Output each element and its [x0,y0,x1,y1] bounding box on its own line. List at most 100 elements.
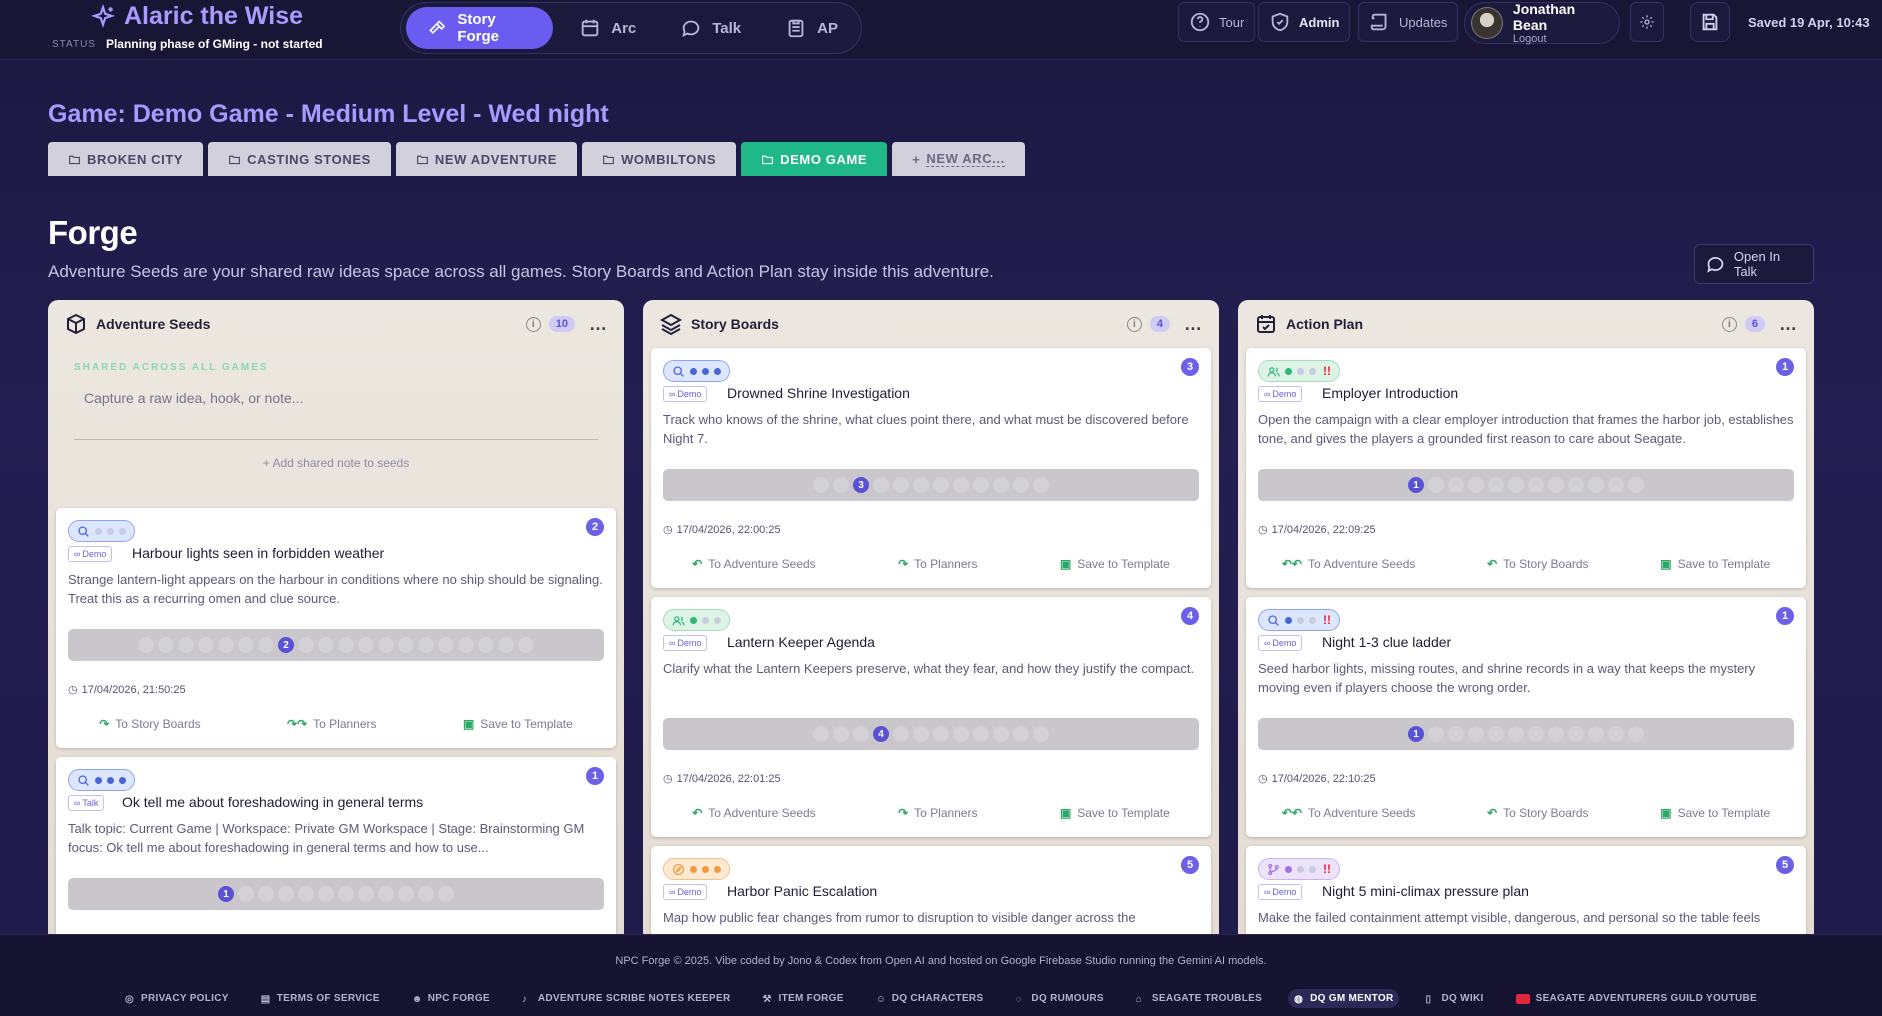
stage-dot[interactable] [438,637,454,653]
stage-track[interactable]: 1 [1258,469,1794,501]
stage-current[interactable]: 3 [853,477,869,493]
updates-button[interactable]: Updates [1358,2,1459,42]
stage-dot[interactable] [178,637,194,653]
plan-card[interactable]: !! 5 ∞ Demo Night 5 mini-climax pressure … [1246,846,1806,940]
open-in-talk-button[interactable]: Open In Talk [1694,244,1814,284]
stage-dot[interactable] [1468,726,1484,742]
stage-dot[interactable] [298,637,314,653]
status-pill[interactable] [68,520,135,542]
stage-dot[interactable] [398,886,414,902]
stage-dot[interactable] [1528,726,1544,742]
save-to-template-button[interactable]: ▣ Save to Template [463,717,573,731]
more-icon[interactable]: … [1779,314,1798,335]
save-to-template-button[interactable]: ▣ Save to Template [1660,557,1770,571]
stage-dot[interactable] [1588,477,1604,493]
stage-current[interactable]: 1 [1408,477,1424,493]
save-to-template-button[interactable]: ▣ Save to Template [1060,557,1170,571]
stage-dot[interactable] [218,637,234,653]
nav-story-forge[interactable]: Story Forge [406,7,554,49]
stage-dot[interactable] [893,726,909,742]
stage-dot[interactable] [398,637,414,653]
footer-link-gm-mentor[interactable]: ◍ DQ GM MENTOR [1288,989,1400,1008]
stage-dot[interactable] [138,637,154,653]
stage-dot[interactable] [378,886,394,902]
tab-broken-city[interactable]: BROKEN CITY [48,142,204,176]
stage-track[interactable]: 4 [663,718,1199,750]
footer-link-youtube[interactable]: SEAGATE ADVENTURERS GUILD YOUTUBE [1510,989,1763,1008]
stage-dot[interactable] [198,637,214,653]
stage-track[interactable]: 1 [1258,718,1794,750]
nav-arc[interactable]: Arc [561,7,654,49]
settings-button[interactable] [1630,2,1664,42]
tour-button[interactable]: Tour [1178,2,1256,42]
seed-card[interactable]: 2 ∞ Demo Harbour lights seen in forbidden… [56,508,616,748]
card-title[interactable]: Employer Introduction [1322,385,1458,401]
info-icon[interactable]: i [525,316,541,332]
stage-dot[interactable] [933,477,949,493]
stage-dot[interactable] [238,886,254,902]
save-to-template-button[interactable]: ▣ Save to Template [1060,806,1170,820]
footer-link-item-forge[interactable]: ⚒ ITEM FORGE [757,989,850,1008]
stage-dot[interactable] [1488,477,1504,493]
stage-dot[interactable] [973,726,989,742]
card-title[interactable]: Night 5 mini-climax pressure plan [1322,883,1529,899]
more-icon[interactable]: … [1184,314,1203,335]
logout-link[interactable]: Logout [1513,33,1613,45]
stage-dot[interactable] [478,637,494,653]
stage-dot[interactable] [1488,726,1504,742]
stage-current[interactable]: 2 [278,637,294,653]
board-card[interactable]: 4 ∞ Demo Lantern Keeper Agenda Clarify wh… [651,597,1211,837]
stage-dot[interactable] [1628,726,1644,742]
app-brand[interactable]: Alaric the Wise [90,2,303,31]
tab-new-adventure[interactable]: NEW ADVENTURE [395,142,578,176]
stage-dot[interactable] [853,726,869,742]
stage-dot[interactable] [258,886,274,902]
footer-link-dq-rumours[interactable]: ◌ DQ RUMOURS [1009,989,1109,1008]
footer-link-npc-forge[interactable]: ☻ NPC FORGE [406,989,496,1008]
stage-dot[interactable] [318,637,334,653]
footer-link-privacy[interactable]: ◎ PRIVACY POLICY [119,989,235,1008]
stage-dot[interactable] [338,886,354,902]
stage-dot[interactable] [1448,477,1464,493]
footer-link-dq-wiki[interactable]: ▯ DQ WIKI [1419,989,1489,1008]
nav-talk[interactable]: Talk [662,7,759,49]
stage-dot[interactable] [1508,477,1524,493]
stage-dot[interactable] [1033,726,1049,742]
board-card[interactable]: 5 ∞ Demo Harbor Panic Escalation Map how … [651,846,1211,940]
add-shared-note-button[interactable]: + Add shared note to seeds [56,456,616,470]
status-pill[interactable] [663,360,730,382]
stage-dot[interactable] [298,886,314,902]
save-to-template-button[interactable]: ▣ Save to Template [1660,806,1770,820]
stage-dot[interactable] [1588,726,1604,742]
stage-dot[interactable] [1528,477,1544,493]
status-pill[interactable] [68,769,135,791]
move-to-adventure-seeds-button[interactable]: ↶↶ To Adventure Seeds [1282,557,1416,571]
more-icon[interactable]: … [589,314,608,335]
card-title[interactable]: Ok tell me about foreshadowing in genera… [122,794,423,810]
stage-dot[interactable] [833,726,849,742]
move-to-story-boards-button[interactable]: ↶ To Story Boards [1487,806,1588,820]
stage-dot[interactable] [418,886,434,902]
move-to-story-boards-button[interactable]: ↶ To Story Boards [1487,557,1588,571]
stage-dot[interactable] [1013,477,1029,493]
seed-input[interactable]: Capture a raw idea, hook, or note... [74,378,598,440]
stage-dot[interactable] [1548,726,1564,742]
stage-track[interactable]: 3 [663,469,1199,501]
stage-dot[interactable] [1548,477,1564,493]
stage-current[interactable]: 4 [873,726,889,742]
stage-dot[interactable] [1568,726,1584,742]
move-to-planners-button[interactable]: ↷ To Planners [898,806,977,820]
stage-dot[interactable] [418,637,434,653]
stage-current[interactable]: 1 [218,886,234,902]
stage-dot[interactable] [1428,726,1444,742]
status-pill[interactable]: !! [1258,858,1340,880]
stage-dot[interactable] [893,477,909,493]
stage-track[interactable]: 1 [68,878,604,910]
stage-dot[interactable] [1628,477,1644,493]
stage-dot[interactable] [1033,477,1049,493]
move-to-adventure-seeds-button[interactable]: ↶↶ To Adventure Seeds [1282,806,1416,820]
card-title[interactable]: Drowned Shrine Investigation [727,385,910,401]
stage-dot[interactable] [1448,726,1464,742]
tab-new-arc[interactable]: + NEW ARC... [892,142,1025,176]
stage-dot[interactable] [438,886,454,902]
